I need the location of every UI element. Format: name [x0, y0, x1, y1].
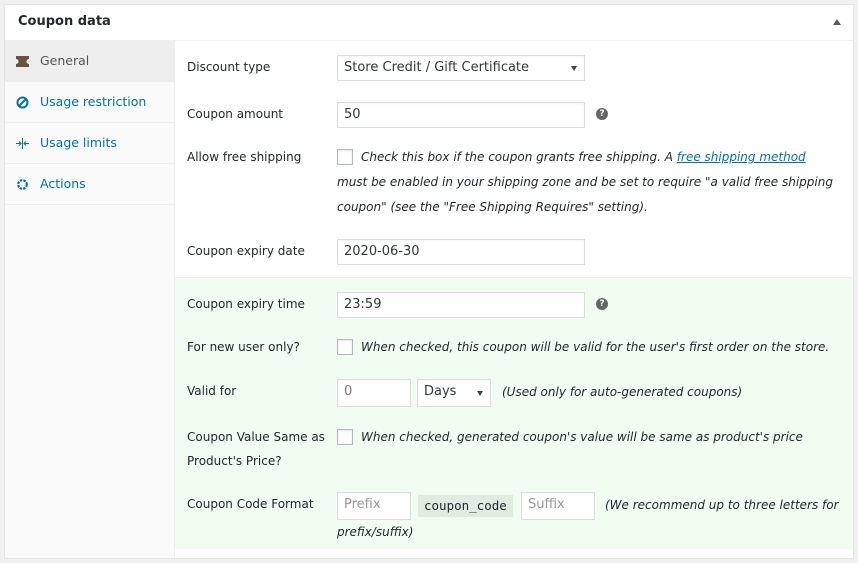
tab-label: Actions [40, 175, 86, 191]
tab-usage-limits[interactable]: Usage limits [5, 123, 174, 164]
extra-options-section: Coupon expiry time 23:59 ? For new user … [175, 278, 853, 549]
discount-type-label: Discount type [187, 60, 271, 74]
coupon-code-token: coupon_code [418, 495, 513, 517]
expiry-date-input[interactable]: 2020-06-30 [337, 239, 585, 265]
prefix-input[interactable]: Prefix [337, 492, 411, 520]
gear-icon [15, 177, 29, 191]
value-same-checkbox[interactable] [337, 429, 353, 445]
help-icon[interactable]: ? [596, 108, 608, 120]
valid-for-unit-value: Days [424, 384, 457, 399]
code-format-label: Coupon Code Format [187, 497, 314, 511]
valid-for-unit-select[interactable]: Days [417, 379, 491, 407]
free-shipping-label: Allow free shipping [187, 150, 302, 164]
expiry-time-label: Coupon expiry time [187, 297, 305, 311]
valid-for-input[interactable]: 0 [337, 379, 411, 407]
triangle-up-icon[interactable] [833, 19, 841, 25]
general-section: Discount type Store Credit / Gift Certif… [175, 41, 853, 278]
panel-title: Coupon data [18, 14, 111, 29]
general-tab-content: Discount type Store Credit / Gift Certif… [175, 41, 853, 558]
desc-text: must be enabled in your shipping zone an… [337, 175, 833, 214]
new-user-label: For new user only? [187, 340, 300, 354]
value-same-label: Coupon Value Same as [187, 430, 325, 444]
coupon-data-panel: Coupon data General Usage restriction Us… [4, 4, 854, 559]
coupon-amount-label: Coupon amount [187, 107, 284, 121]
tab-label: Usage restriction [40, 93, 147, 109]
free-shipping-description: Check this box if the coupon grants free… [337, 145, 837, 220]
desc-text: Check this box if the coupon grants free… [361, 150, 677, 164]
chevron-down-icon [477, 391, 483, 396]
code-format-description: (We recommend up to three letters for [605, 498, 839, 512]
tab-label: Usage limits [40, 134, 117, 150]
code-format-description-line2: prefix/suffix) [337, 525, 414, 539]
arrows-in-icon [15, 136, 29, 150]
expiry-date-label: Coupon expiry date [187, 244, 305, 258]
tab-actions[interactable]: Actions [5, 164, 174, 205]
value-same-description: When checked, generated coupon's value w… [361, 430, 803, 444]
expiry-time-input[interactable]: 23:59 [337, 292, 585, 318]
new-user-description: When checked, this coupon will be valid … [361, 340, 830, 354]
valid-for-description: (Used only for auto-generated coupons) [502, 385, 743, 399]
chevron-down-icon [571, 66, 577, 71]
discount-type-value: Store Credit / Gift Certificate [344, 60, 530, 75]
ticket-icon [15, 54, 29, 68]
help-icon[interactable]: ? [596, 298, 608, 310]
value-same-label-line2: Product's Price? [187, 454, 282, 468]
free-shipping-method-link[interactable]: free shipping method [677, 150, 806, 164]
tab-general[interactable]: General [5, 41, 174, 82]
new-user-checkbox[interactable] [337, 339, 353, 355]
valid-for-label: Valid for [187, 384, 237, 398]
discount-type-select[interactable]: Store Credit / Gift Certificate [337, 55, 585, 81]
panel-header: Coupon data [5, 5, 853, 41]
tab-usage-restriction[interactable]: Usage restriction [5, 82, 174, 123]
block-icon [15, 95, 29, 109]
suffix-input[interactable]: Suffix [521, 492, 595, 520]
coupon-amount-input[interactable]: 50 [337, 102, 585, 128]
coupon-tabs: General Usage restriction Usage limits A… [5, 41, 175, 558]
tab-label: General [40, 52, 90, 68]
